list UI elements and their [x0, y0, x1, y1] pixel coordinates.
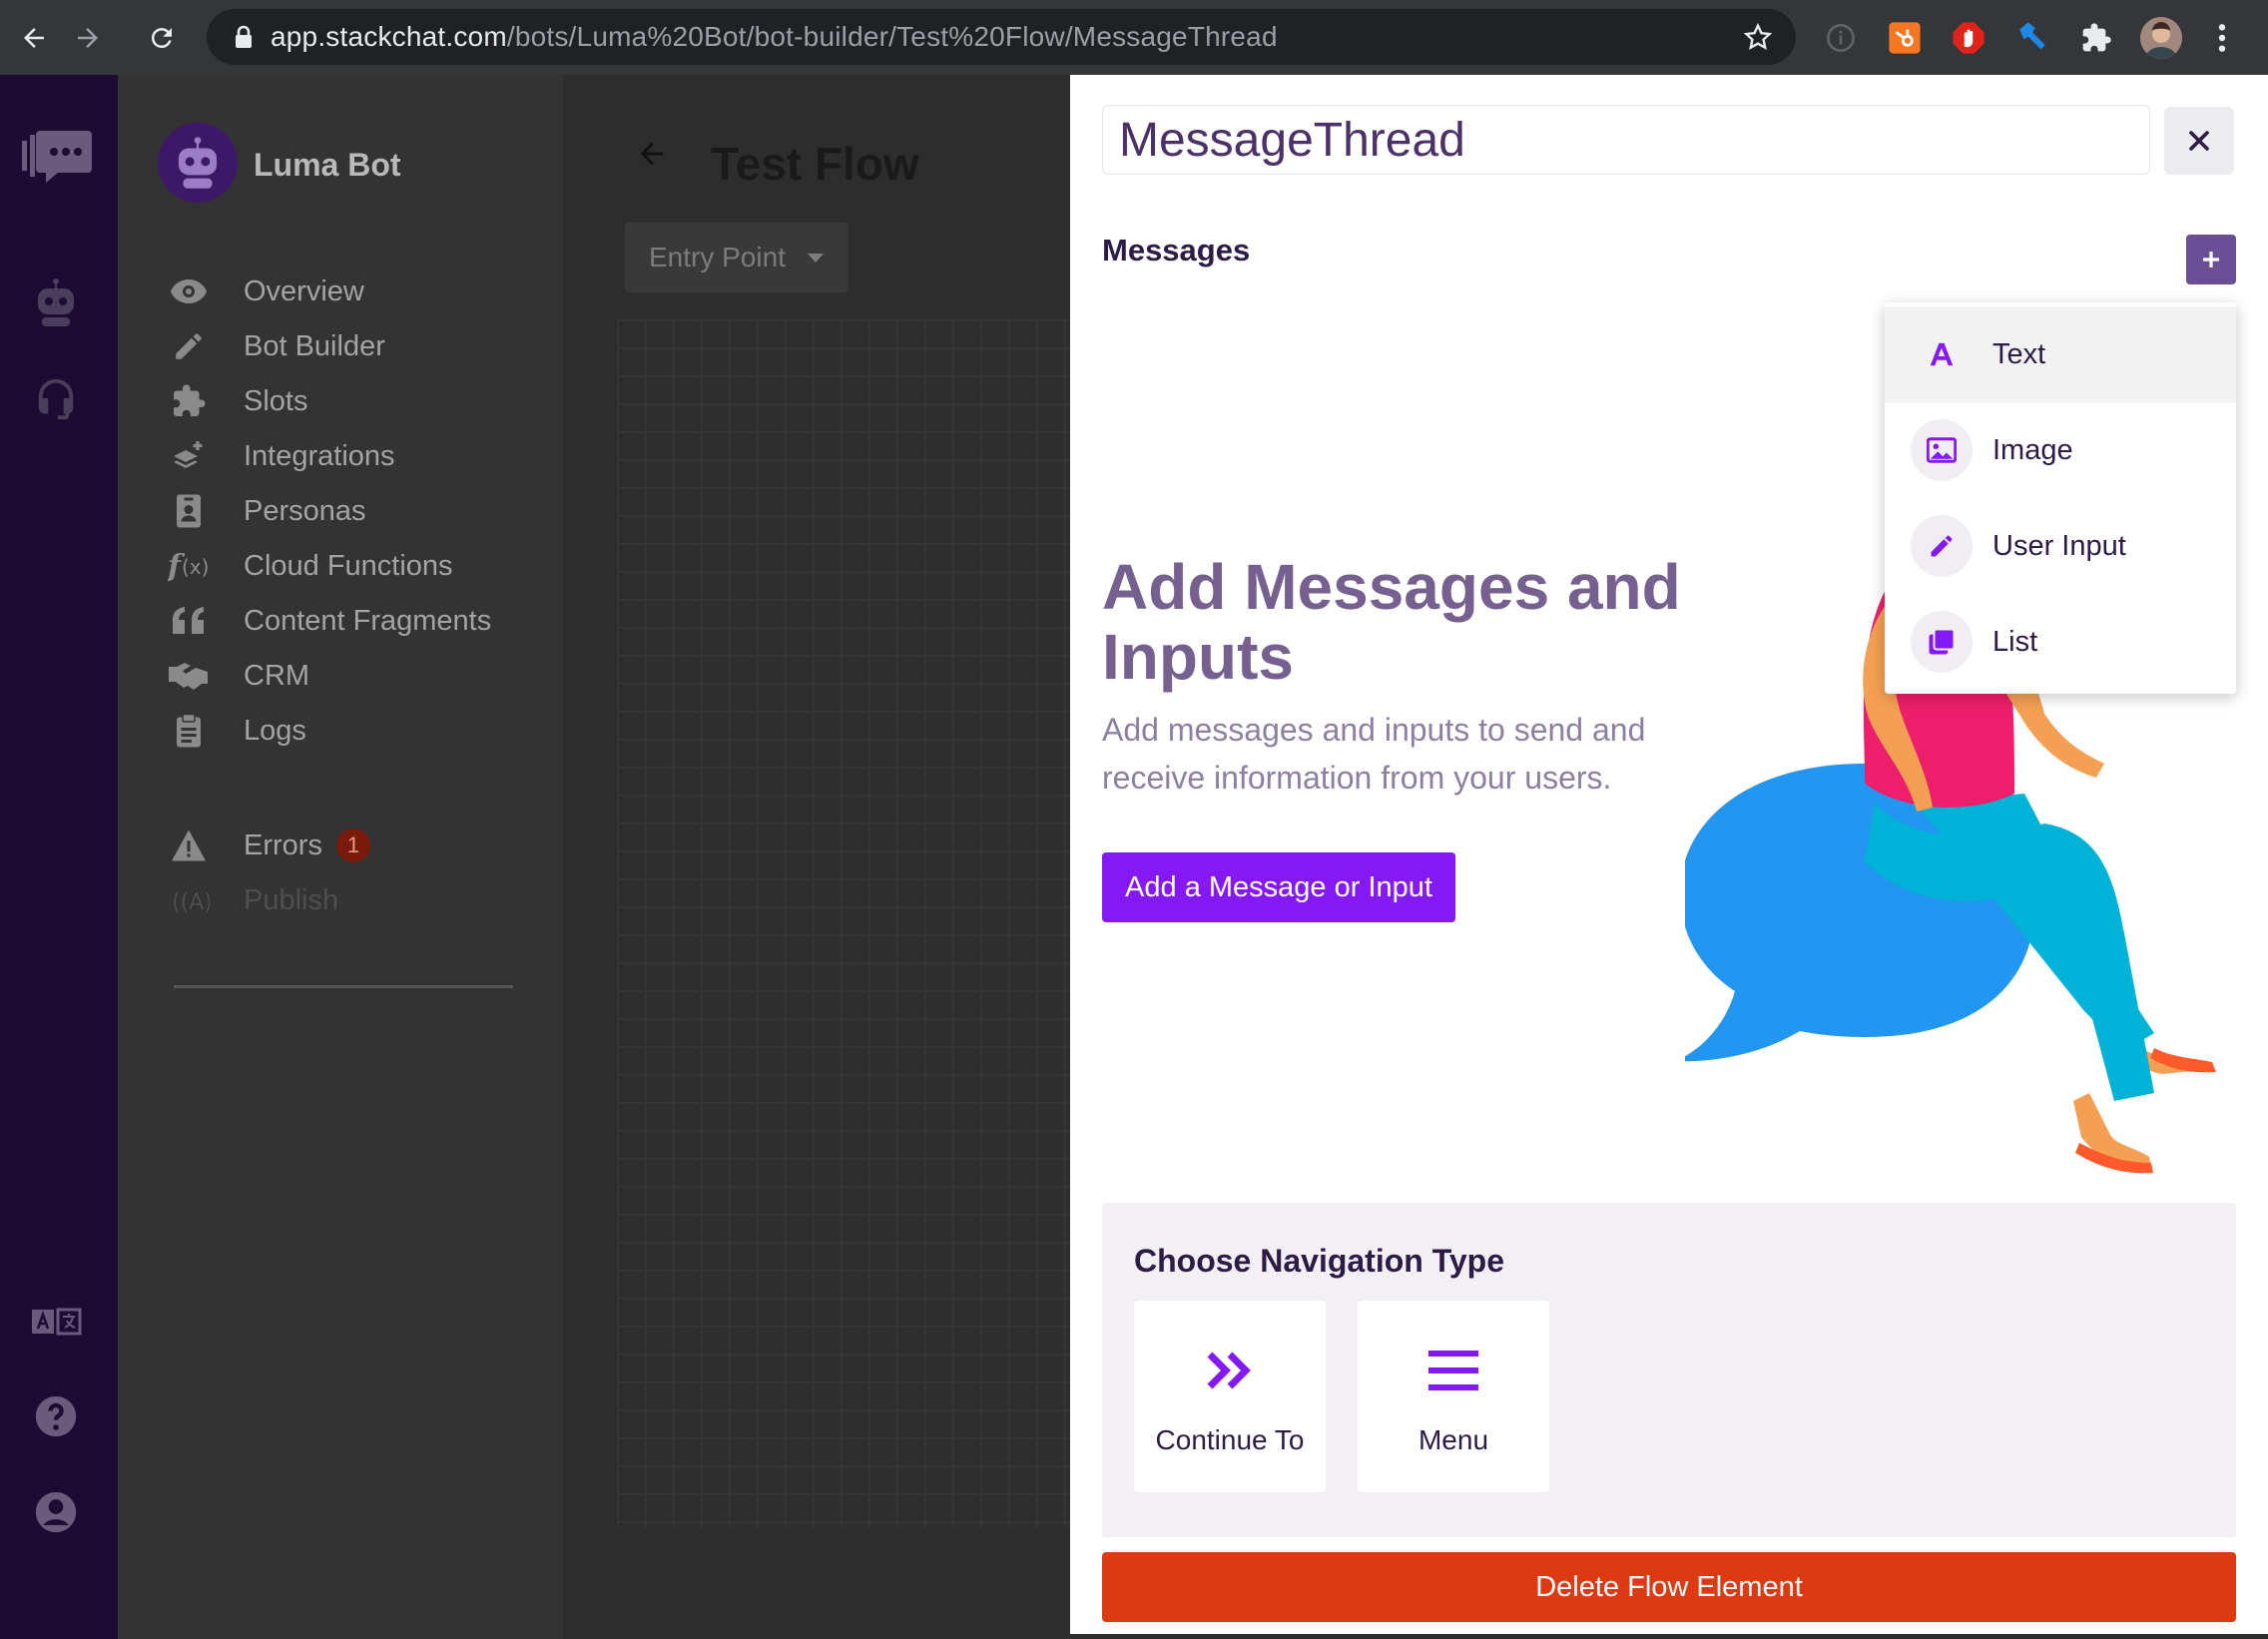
back-arrow-icon[interactable] [10, 14, 58, 62]
sidebar-item-publish: ((A)) Publish [168, 875, 338, 925]
lock-icon [229, 22, 259, 52]
puzzle-extensions-icon[interactable] [2078, 20, 2114, 56]
text-icon [1911, 323, 1973, 385]
bot-avatar [158, 123, 238, 203]
help-icon[interactable] [24, 1384, 88, 1448]
quote-icon [168, 600, 210, 642]
sidebar-item-overview[interactable]: Overview [168, 267, 364, 316]
forward-arrow-icon[interactable] [64, 14, 112, 62]
close-button[interactable] [2164, 107, 2234, 175]
sidebar-item-logs[interactable]: Logs [168, 706, 306, 756]
flow-grid[interactable] [617, 319, 1070, 1527]
account-icon[interactable] [24, 1480, 88, 1544]
warning-icon [168, 824, 210, 866]
errors-count-badge: 1 [335, 828, 370, 862]
navigation-type-title: Choose Navigation Type [1134, 1243, 1505, 1279]
element-editor-panel: Messages Add Messages and Inputs Add mes… [1070, 75, 2268, 1639]
sidebar-item-bot-builder[interactable]: Bot Builder [168, 321, 385, 371]
adblock-extension-icon[interactable] [1951, 20, 1986, 56]
add-message-or-input-button[interactable]: Add a Message or Input [1102, 852, 1455, 922]
empty-state-description: Add messages and inputs to send and rece… [1102, 712, 1646, 796]
tool-extension-icon[interactable] [2014, 20, 2050, 56]
profile-avatar[interactable] [2140, 17, 2182, 59]
element-name-input[interactable] [1102, 105, 2150, 175]
browser-toolbar: app.stackchat.com/bots/Luma%20Bot/bot-bu… [0, 0, 2268, 75]
svg-text:((A)): ((A)) [172, 890, 210, 915]
sidebar-divider [174, 985, 513, 988]
flow-title: Test Flow [711, 138, 919, 190]
nav-option-menu[interactable]: Menu [1358, 1301, 1549, 1492]
bookmark-star-icon[interactable] [1742, 21, 1774, 53]
messages-title: Messages [1102, 233, 1251, 268]
back-arrow-icon[interactable] [635, 137, 675, 177]
function-icon: f (x) [168, 545, 210, 587]
sidebar-item-cloud-functions[interactable]: f (x) Cloud Functions [168, 541, 453, 591]
info-extension-icon[interactable] [1823, 20, 1859, 56]
more-vertical-icon[interactable] [2204, 20, 2240, 56]
close-icon [2189, 131, 2209, 151]
robot-icon[interactable] [24, 271, 88, 334]
address-bar[interactable]: app.stackchat.com/bots/Luma%20Bot/bot-bu… [207, 9, 1796, 65]
bot-sidebar: Luma Bot Overview Bot Builder Slots Inte… [118, 75, 563, 1639]
sidebar-item-integrations[interactable]: Integrations [168, 431, 395, 481]
sidebar-item-errors[interactable]: Errors 1 [168, 820, 370, 870]
reload-icon[interactable] [138, 14, 186, 62]
app-screen: app.stackchat.com/bots/Luma%20Bot/bot-bu… [0, 0, 2268, 1639]
plus-icon [2203, 252, 2219, 268]
id-badge-icon [168, 490, 210, 532]
svg-text:(x): (x) [182, 555, 209, 579]
app-rail [0, 75, 118, 1639]
add-message-button[interactable] [2186, 235, 2236, 284]
handshake-icon [168, 655, 210, 697]
translate-icon[interactable] [24, 1290, 88, 1354]
empty-state-heading: Add Messages and Inputs [1102, 551, 1681, 693]
sidebar-item-content-fragments[interactable]: Content Fragments [168, 596, 491, 646]
broadcast-icon: ((A)) [168, 879, 210, 921]
entry-point-dropdown[interactable]: Entry Point [625, 223, 849, 292]
sidebar-item-personas[interactable]: Personas [168, 486, 366, 536]
double-chevron-right-icon [1134, 1341, 1326, 1400]
nav-option-continue-to[interactable]: Continue To [1134, 1301, 1326, 1492]
caret-down-icon [807, 253, 824, 263]
puzzle-icon [168, 380, 210, 422]
panel-bottom-edge [1070, 1634, 2268, 1639]
menu-item-image[interactable]: Image [1885, 402, 2236, 498]
menu-item-list[interactable]: List [1885, 594, 2236, 690]
clipboard-icon [168, 710, 210, 752]
message-type-menu: Text Image User Input List [1885, 302, 2236, 694]
hubspot-extension-icon[interactable] [1887, 20, 1923, 56]
hamburger-menu-icon [1358, 1341, 1549, 1400]
menu-item-text[interactable]: Text [1885, 306, 2236, 402]
sidebar-item-crm[interactable]: CRM [168, 651, 309, 701]
delete-flow-element-button[interactable]: Delete Flow Element [1102, 1552, 2236, 1622]
sidebar-item-slots[interactable]: Slots [168, 376, 307, 426]
list-stack-icon [1911, 611, 1973, 673]
pencil-icon [1911, 515, 1973, 577]
headset-icon[interactable] [24, 366, 88, 430]
menu-item-user-input[interactable]: User Input [1885, 498, 2236, 594]
layers-plus-icon [168, 435, 210, 477]
url-text: app.stackchat.com/bots/Luma%20Bot/bot-bu… [271, 21, 1278, 52]
image-icon [1911, 419, 1973, 481]
navigation-type-section: Choose Navigation Type Continue To Menu [1102, 1203, 2236, 1537]
eye-icon [168, 271, 210, 312]
flow-canvas-area: Test Flow Entry Point [563, 75, 1070, 1639]
bot-name: Luma Bot [254, 147, 401, 183]
pencil-icon [168, 325, 210, 367]
stackchat-logo-icon[interactable] [18, 125, 94, 189]
